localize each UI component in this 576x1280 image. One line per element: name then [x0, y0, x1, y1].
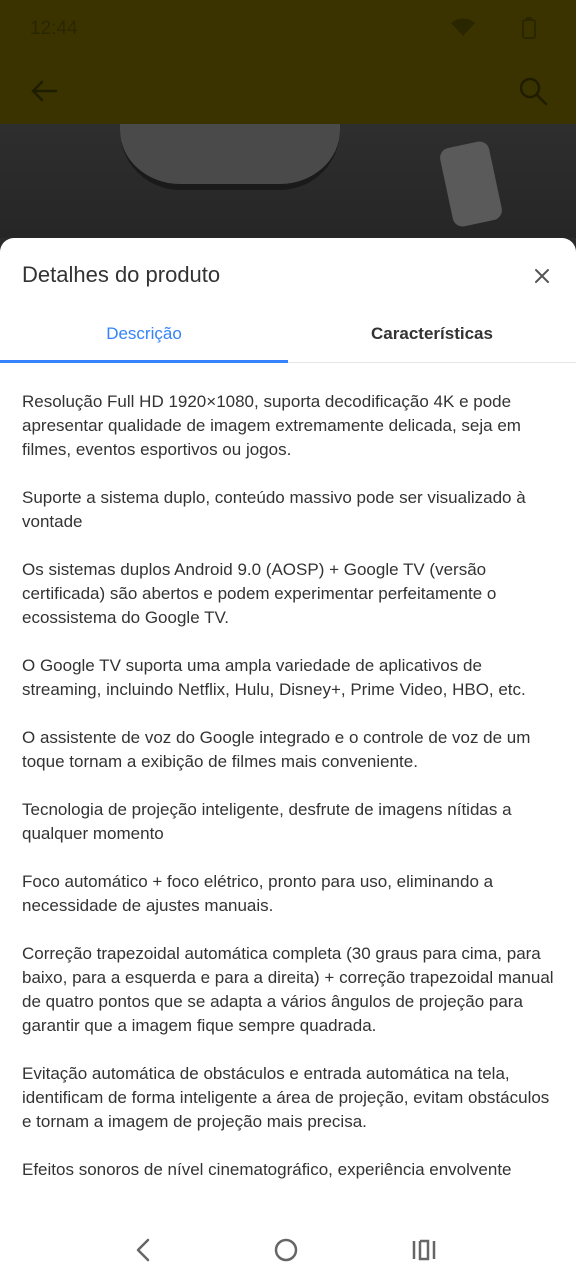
sheet-title: Detalhes do produto: [22, 262, 221, 287]
description-paragraph: Tecnologia de projeção inteligente, desf…: [22, 800, 512, 843]
description-paragraph: Evitação automática de obstáculos e entr…: [22, 1064, 550, 1131]
tab-caracteristicas[interactable]: Características: [288, 308, 576, 360]
battery-icon: [522, 17, 536, 39]
description-paragraph: Correção trapezoidal automática completa…: [22, 944, 554, 1035]
tab-descricao[interactable]: Descrição: [0, 308, 288, 360]
search-icon[interactable]: [516, 74, 550, 108]
description-paragraph: Suporte a sistema duplo, conteúdo massiv…: [22, 488, 526, 531]
wifi-icon: [451, 18, 475, 36]
app-toolbar: [0, 60, 576, 124]
description-paragraph: Resolução Full HD 1920×1080, suporta dec…: [22, 392, 521, 459]
tab-bar: Descrição Características: [0, 308, 576, 363]
close-button[interactable]: [528, 262, 556, 290]
navigation-bar: [0, 1220, 576, 1280]
content-fade: [0, 1206, 576, 1220]
description-paragraph: Efeitos sonoros de nível cinematográfico…: [22, 1160, 512, 1179]
nav-home-icon[interactable]: [270, 1234, 302, 1266]
projector-image: [120, 124, 340, 190]
nav-back-icon[interactable]: [128, 1234, 160, 1266]
product-photo: [0, 124, 576, 238]
nav-recents-icon[interactable]: [408, 1234, 440, 1266]
back-arrow-icon[interactable]: [28, 74, 62, 108]
description-paragraph: Foco automático + foco elétrico, pronto …: [22, 872, 494, 915]
close-icon: [535, 269, 549, 283]
status-bar: 12:44: [0, 0, 576, 60]
remote-image: [438, 139, 504, 229]
description-paragraph: O assistente de voz do Google integrado …: [22, 728, 531, 771]
description-paragraph: Os sistemas duplos Android 9.0 (AOSP) + …: [22, 560, 497, 627]
tab-indicator: [0, 360, 288, 363]
description-paragraph: O Google TV suporta uma ampla variedade …: [22, 656, 526, 699]
status-time: 12:44: [30, 18, 78, 39]
product-details-sheet: Detalhes do produto Descrição Caracterís…: [0, 238, 576, 1220]
description-content[interactable]: Resolução Full HD 1920×1080, suporta dec…: [22, 390, 558, 1214]
